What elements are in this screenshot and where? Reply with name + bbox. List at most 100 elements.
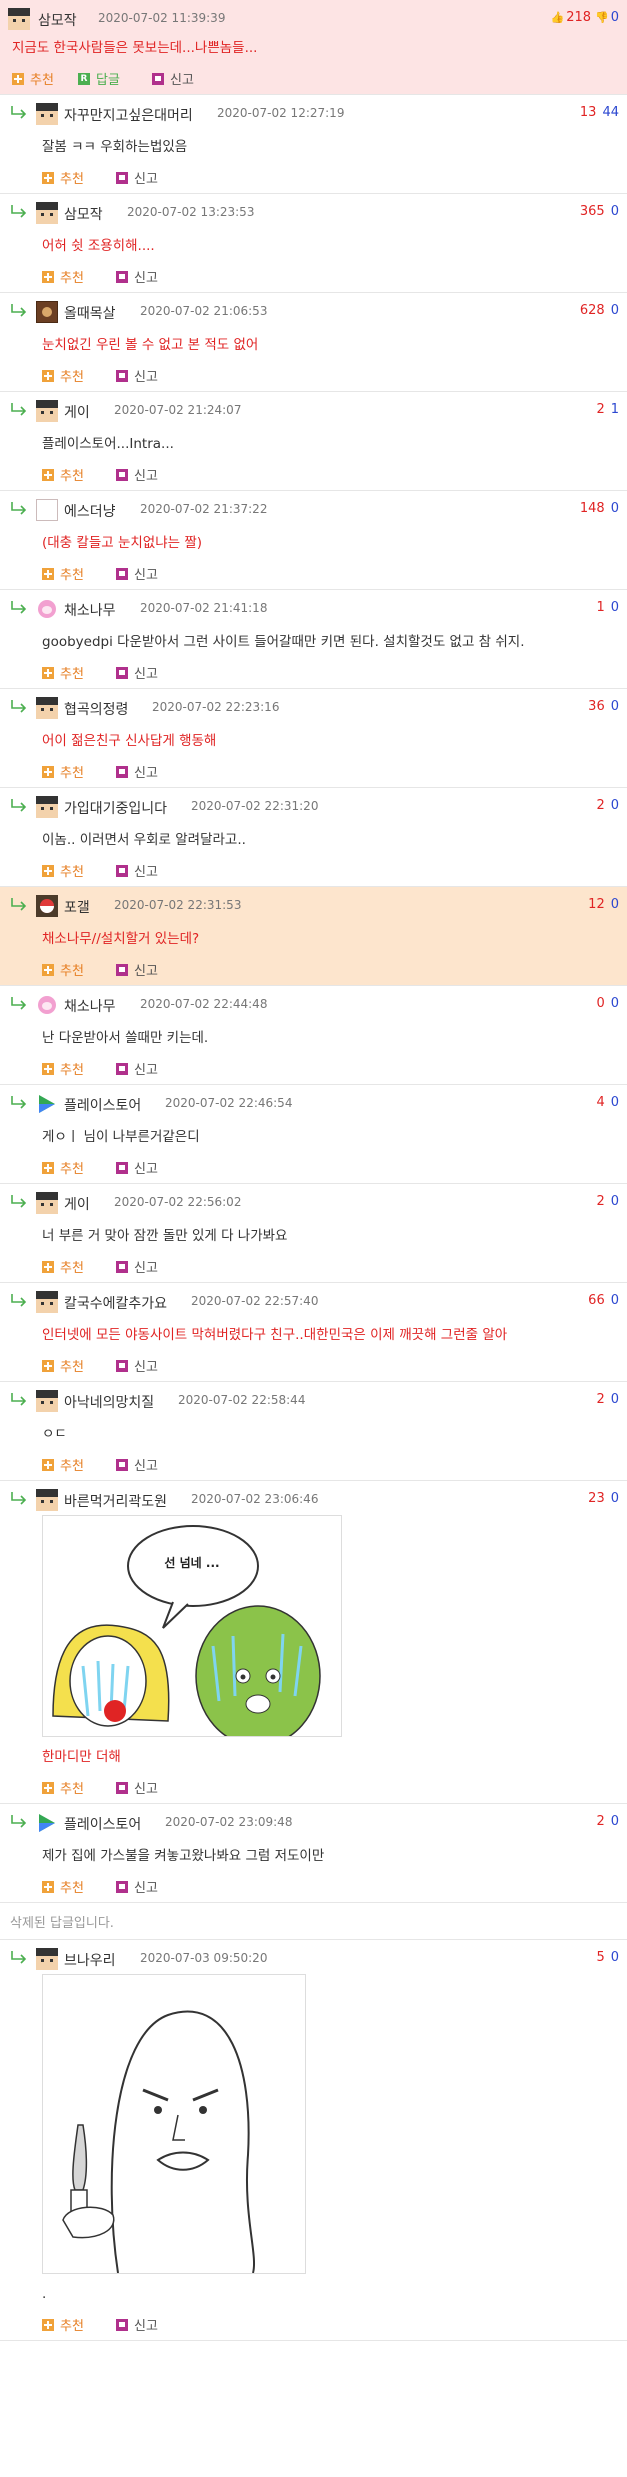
author-name[interactable]: 채소나무 bbox=[64, 600, 116, 620]
recommend-button[interactable]: 추천 bbox=[42, 1257, 84, 1276]
author-name[interactable]: 플레이스토어 bbox=[64, 1095, 141, 1115]
comment: 포갤 2020-07-02 22:31:53 12 0 채소나무//설치할거 있는데? 추… bbox=[0, 887, 627, 986]
vote-counts: 365 0 bbox=[580, 204, 619, 219]
author-name[interactable]: 채소나무 bbox=[64, 996, 116, 1016]
author-name[interactable]: 게이 bbox=[64, 402, 90, 422]
recommend-button[interactable]: 추천 bbox=[42, 1877, 84, 1896]
recommend-button[interactable]: 추천 bbox=[42, 1455, 84, 1474]
report-button[interactable]: 신고 bbox=[116, 267, 158, 286]
recommend-label: 추천 bbox=[60, 964, 84, 979]
comment-body: ㅇㄷ 추천 신고 bbox=[0, 1424, 627, 1480]
speech-bubble-text: 선 넘네 ... bbox=[164, 1556, 220, 1570]
recommend-button[interactable]: 추천 bbox=[42, 267, 84, 286]
recommend-button[interactable]: 추천 bbox=[42, 1059, 84, 1078]
report-button[interactable]: 신고 bbox=[116, 168, 158, 187]
report-button[interactable]: 신고 bbox=[116, 1356, 158, 1375]
author-name[interactable]: 게이 bbox=[64, 1194, 90, 1214]
plus-icon bbox=[42, 666, 54, 679]
recommend-button[interactable]: 추천 bbox=[42, 762, 84, 781]
comment-header: 올때목살 2020-07-02 21:06:53 628 0 bbox=[0, 293, 627, 327]
plus-icon bbox=[42, 1359, 54, 1372]
upvote-count: 2 bbox=[596, 402, 605, 417]
reply-arrow-icon bbox=[11, 997, 27, 1010]
recommend-button[interactable]: 추천 bbox=[42, 1158, 84, 1177]
recommend-label: 추천 bbox=[60, 766, 84, 781]
comment: 자꾸만지고싶은대머리 2020-07-02 12:27:19 13 44 잘봄 ㅋㅋ 우… bbox=[0, 95, 627, 194]
comment-time: 2020-07-02 22:46:54 bbox=[165, 1096, 293, 1110]
thumbs-up-icon[interactable]: 👍 bbox=[550, 11, 564, 24]
plus-icon bbox=[42, 2318, 54, 2331]
author-name[interactable]: 아낙네의망치질 bbox=[64, 1392, 154, 1412]
reply-arrow-icon bbox=[11, 898, 27, 911]
author-name[interactable]: 플레이스토어 bbox=[64, 1814, 141, 1834]
recommend-button[interactable]: 추천 bbox=[42, 960, 84, 979]
reply-arrow-icon bbox=[11, 502, 27, 515]
author-name[interactable]: 협곡의정령 bbox=[64, 699, 128, 719]
report-button[interactable]: 신고 bbox=[116, 960, 158, 979]
author-name[interactable]: 삼모작 bbox=[38, 10, 77, 30]
author-name[interactable]: 에스더냥 bbox=[64, 501, 116, 521]
recommend-button[interactable]: 추천 bbox=[42, 465, 84, 484]
author-name[interactable]: 가입대기중입니다 bbox=[64, 798, 167, 818]
avatar bbox=[36, 697, 58, 719]
report-icon bbox=[116, 270, 128, 283]
author-name[interactable]: 바른먹거리곽도원 bbox=[64, 1491, 167, 1511]
report-button[interactable]: 신고 bbox=[116, 564, 158, 583]
report-icon bbox=[116, 864, 128, 877]
vote-counts: 66 0 bbox=[588, 1293, 619, 1308]
upvote-count: 4 bbox=[596, 1095, 605, 1110]
recommend-button[interactable]: 추천 bbox=[12, 69, 54, 88]
report-button[interactable]: 신고 bbox=[116, 465, 158, 484]
comment-time: 2020-07-02 23:06:46 bbox=[191, 1492, 319, 1506]
avatar bbox=[36, 1489, 58, 1511]
report-button[interactable]: 신고 bbox=[116, 1158, 158, 1177]
recommend-button[interactable]: 추천 bbox=[42, 366, 84, 385]
author-name[interactable]: 자꾸만지고싶은대머리 bbox=[64, 105, 193, 125]
comment-text: 채소나무//설치할거 있는데? bbox=[42, 931, 200, 947]
thumbs-down-icon[interactable]: 👎 bbox=[595, 11, 609, 24]
author-name[interactable]: 삼모작 bbox=[64, 204, 103, 224]
downvote-count: 0 bbox=[610, 1814, 619, 1829]
comment-text: . bbox=[42, 2286, 47, 2302]
post-body: 지금도 한국사람들은 못보는데...나쁜놈들... 추천 R 답글 신고 bbox=[0, 38, 627, 94]
author-name[interactable]: 칼국수에칼추가요 bbox=[64, 1293, 167, 1313]
plus-icon bbox=[42, 1161, 54, 1174]
recommend-button[interactable]: 추천 bbox=[42, 168, 84, 187]
report-icon bbox=[116, 666, 128, 679]
report-button[interactable]: 신고 bbox=[116, 1455, 158, 1474]
upvote-count: 218 bbox=[566, 10, 592, 25]
report-button[interactable]: 신고 bbox=[116, 762, 158, 781]
recommend-button[interactable]: 추천 bbox=[42, 663, 84, 682]
reply-arrow-icon bbox=[11, 1195, 27, 1208]
reply-button[interactable]: R 답글 bbox=[78, 69, 120, 88]
author-name[interactable]: 포갤 bbox=[64, 897, 90, 917]
comment-time: 2020-07-02 22:44:48 bbox=[140, 997, 268, 1011]
report-button[interactable]: 신고 bbox=[116, 1877, 158, 1896]
report-button[interactable]: 신고 bbox=[116, 861, 158, 880]
plus-icon bbox=[42, 567, 54, 580]
report-button[interactable]: 신고 bbox=[116, 1257, 158, 1276]
report-button[interactable]: 신고 bbox=[116, 663, 158, 682]
comment: 아낙네의망치질 2020-07-02 22:58:44 2 0 ㅇㄷ 추천 신고 bbox=[0, 1382, 627, 1481]
upvote-count: 2 bbox=[596, 1194, 605, 1209]
recommend-button[interactable]: 추천 bbox=[42, 2315, 84, 2334]
report-label: 신고 bbox=[134, 1360, 158, 1375]
recommend-button[interactable]: 추천 bbox=[42, 861, 84, 880]
plus-icon bbox=[42, 765, 54, 778]
reply-arrow-icon bbox=[11, 1393, 27, 1406]
comment-body: 인터넷에 모든 야동사이트 막혀버렸다구 친구..대한민국은 이제 깨끗해 그런… bbox=[0, 1325, 627, 1381]
recommend-button[interactable]: 추천 bbox=[42, 1356, 84, 1375]
report-button[interactable]: 신고 bbox=[116, 2315, 158, 2334]
avatar bbox=[36, 1812, 58, 1834]
report-button[interactable]: 신고 bbox=[116, 1059, 158, 1078]
comment-time: 2020-07-02 22:31:20 bbox=[191, 799, 319, 813]
comment-actions: 추천 신고 bbox=[42, 658, 617, 688]
comment-body: 선 넘네 ... 한마디만 더해 추천 신고 bbox=[0, 1515, 627, 1803]
report-button[interactable]: 신고 bbox=[152, 69, 194, 88]
recommend-button[interactable]: 추천 bbox=[42, 1778, 84, 1797]
recommend-button[interactable]: 추천 bbox=[42, 564, 84, 583]
report-button[interactable]: 신고 bbox=[116, 1778, 158, 1797]
report-button[interactable]: 신고 bbox=[116, 366, 158, 385]
author-name[interactable]: 브나우리 bbox=[64, 1950, 116, 1970]
author-name[interactable]: 올때목살 bbox=[64, 303, 116, 323]
